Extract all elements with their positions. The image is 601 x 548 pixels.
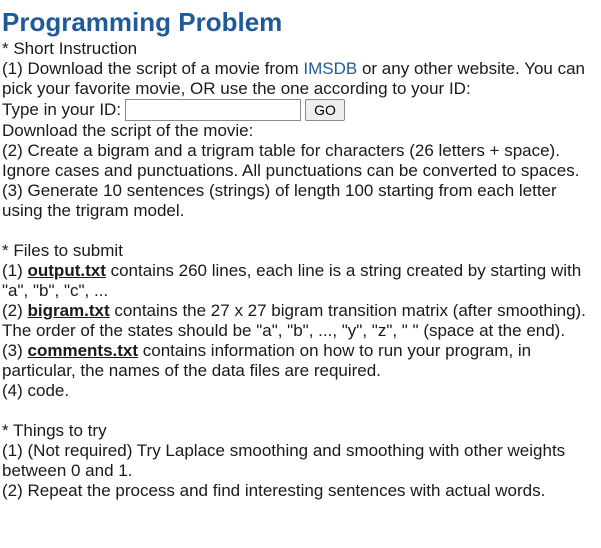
comments-file-name: comments.txt <box>27 341 139 360</box>
id-label: Type in your ID: <box>2 100 122 119</box>
short-instruction-heading: * Short Instruction <box>2 39 138 58</box>
file-item-number: (3) <box>2 341 28 360</box>
file-item-code: (4) code. <box>2 381 70 400</box>
step-2-paragraph: (2) Create a bigram and a trigram table … <box>2 141 580 180</box>
thing-item-1: (1) (Not required) Try Laplace smoothing… <box>2 441 566 480</box>
imsdb-link[interactable]: IMSDB <box>303 59 357 78</box>
thing-item-2: (2) Repeat the process and find interest… <box>2 481 546 500</box>
things-heading: * Things to try <box>2 421 107 440</box>
file-item-bigram: (2) bigram.txt contains the 27 x 27 bigr… <box>2 301 599 341</box>
problem-page: Programming Problem * Short Instruction … <box>0 0 601 501</box>
step-3-paragraph: (3) Generate 10 sentences (strings) of l… <box>2 181 557 220</box>
step-1-text-before: (1) Download the script of a movie from <box>2 59 304 78</box>
file-item-number: (1) <box>2 261 28 280</box>
go-button[interactable]: GO <box>305 99 345 121</box>
file-item-number: (2) <box>2 301 28 320</box>
files-heading: * Files to submit <box>2 241 123 260</box>
id-entry-row: Type in your ID: GO <box>2 99 599 121</box>
file-item-output: (1) output.txt contains 260 lines, each … <box>2 261 599 301</box>
page-title: Programming Problem <box>2 7 283 37</box>
output-file-name: output.txt <box>27 261 106 280</box>
bigram-file-name: bigram.txt <box>27 301 110 320</box>
step-1-paragraph: (1) Download the script of a movie from … <box>2 59 599 99</box>
download-line: Download the script of the movie: <box>2 121 254 140</box>
id-input[interactable] <box>125 99 302 121</box>
file-item-comments: (3) comments.txt contains information on… <box>2 341 599 381</box>
